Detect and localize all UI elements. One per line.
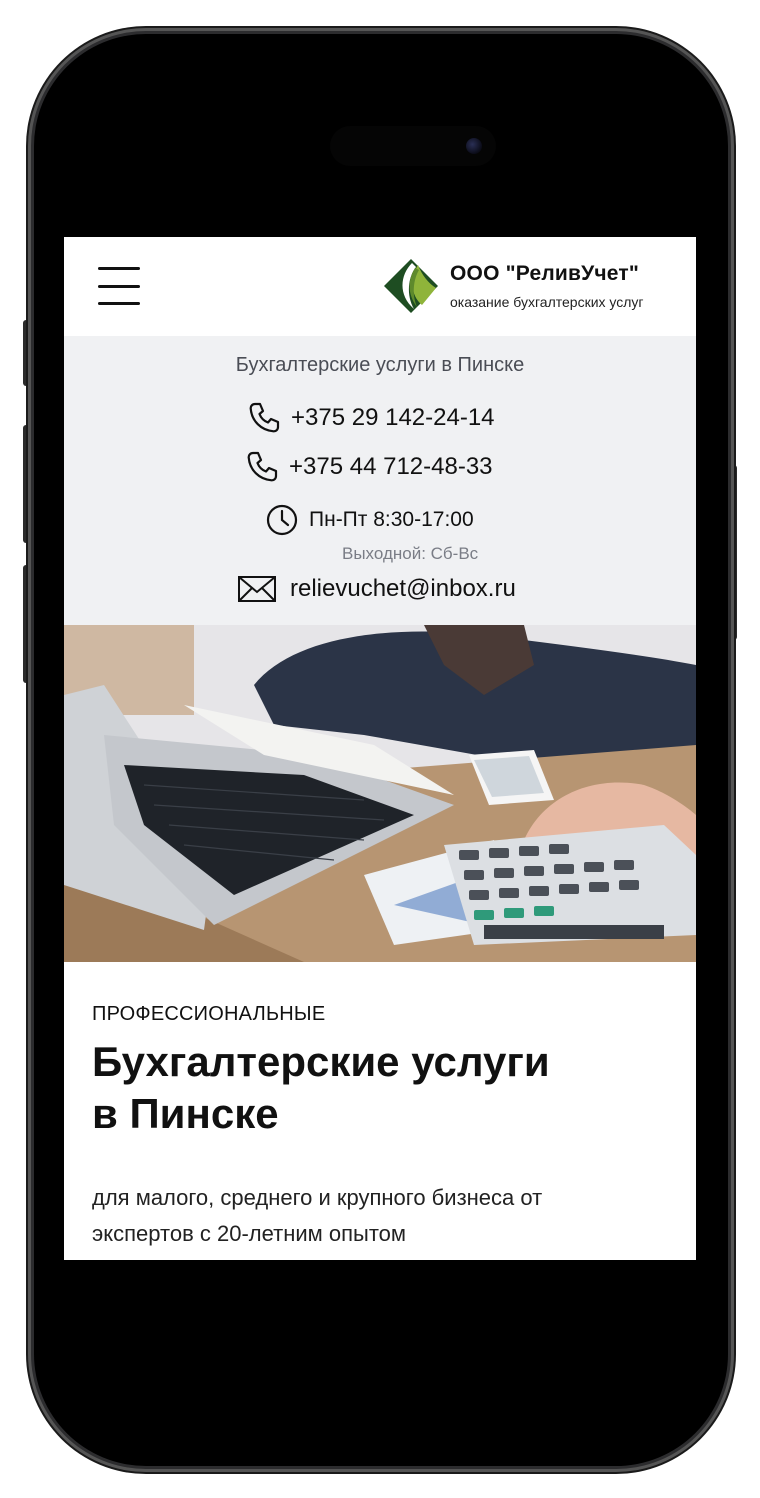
hero-image bbox=[64, 625, 696, 962]
volume-up-button bbox=[23, 425, 33, 543]
menu-icon[interactable] bbox=[98, 267, 140, 305]
description-line-2: экспертов с 20-летним опытом bbox=[92, 1221, 407, 1246]
site-header: ООО "РеливУчет" оказание бухгалтерских у… bbox=[64, 237, 696, 336]
company-tagline: оказание бухгалтерских услуг bbox=[450, 294, 644, 310]
company-name: ООО "РеливУчет" bbox=[450, 262, 640, 285]
volume-down-button bbox=[23, 565, 33, 683]
front-camera bbox=[466, 138, 482, 154]
email-link[interactable]: relievuchet@inbox.ru bbox=[237, 574, 516, 604]
hero-eyebrow: ПРОФЕССИОНАЛЬНЫЕ bbox=[92, 1003, 326, 1025]
page-title: Бухгалтерские услуги в Пинске bbox=[92, 1036, 668, 1140]
hero-description: для малого, среднего и крупного бизнеса … bbox=[92, 1180, 668, 1252]
hours-text: Пн-Пт 8:30-17:00 bbox=[309, 508, 474, 531]
logo-mark bbox=[384, 259, 438, 313]
working-hours: Пн-Пт 8:30-17:00 bbox=[265, 503, 474, 537]
phone-number-1: +375 29 142-24-14 bbox=[291, 404, 495, 431]
phone-link-1[interactable]: +375 29 142-24-14 bbox=[247, 401, 495, 435]
company-logo[interactable]: ООО "РеливУчет" оказание бухгалтерских у… bbox=[382, 257, 644, 315]
title-line-2: в Пинске bbox=[92, 1090, 279, 1137]
phone-icon bbox=[247, 451, 278, 482]
description-line-1: для малого, среднего и крупного бизнеса … bbox=[92, 1185, 543, 1210]
mail-icon bbox=[238, 576, 276, 602]
phone-number-2: +375 44 712-48-33 bbox=[289, 453, 493, 480]
accountant-photo bbox=[64, 625, 696, 962]
title-line-1: Бухгалтерские услуги bbox=[92, 1038, 550, 1085]
hero-content: ПРОФЕССИОНАЛЬНЫЕ Бухгалтерские услуги в … bbox=[92, 1003, 668, 1252]
screen: ООО "РеливУчет" оказание бухгалтерских у… bbox=[64, 237, 696, 1260]
phone-link-2[interactable]: +375 44 712-48-33 bbox=[245, 450, 493, 484]
mute-switch bbox=[23, 320, 33, 386]
contacts-tagline: Бухгалтерские услуги в Пинске bbox=[235, 354, 525, 376]
weekend-text: Выходной: Сб-Вс bbox=[342, 544, 479, 563]
clock-icon bbox=[266, 504, 298, 536]
dynamic-island bbox=[330, 126, 496, 166]
email-address: relievuchet@inbox.ru bbox=[290, 575, 516, 602]
power-button bbox=[727, 465, 737, 640]
phone-icon bbox=[249, 402, 280, 433]
